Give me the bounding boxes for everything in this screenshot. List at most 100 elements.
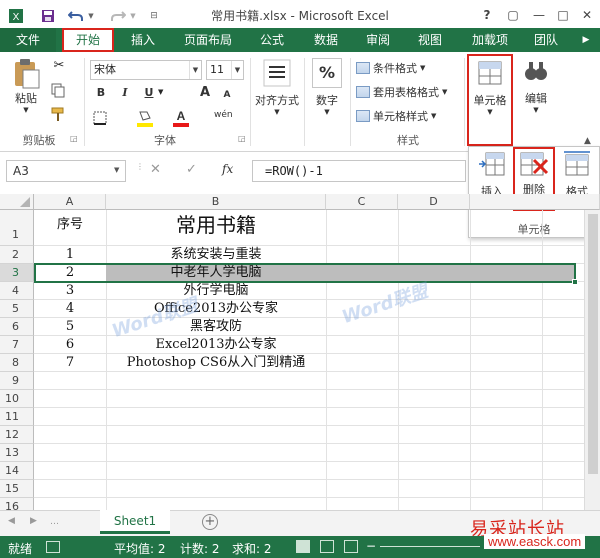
cell-a8[interactable]: 7 [34,354,106,372]
row-header[interactable]: 11 [0,408,34,426]
font-launcher-icon[interactable]: ◲ [238,134,246,143]
row-header[interactable]: 2 [0,246,34,264]
conditional-format-button[interactable]: 条件格式 ▼ [356,60,425,76]
cell-a4[interactable]: 3 [34,282,106,300]
grow-font-button[interactable]: A [196,84,214,102]
cells-button[interactable]: 单元格 ▼ [467,54,513,146]
cell-styles-button[interactable]: 单元格样式 ▼ [356,108,436,124]
row-header[interactable]: 12 [0,426,34,444]
add-sheet-button[interactable]: + [202,514,218,530]
maximize-button[interactable]: □ [552,4,574,26]
row-header[interactable]: 4 [0,282,34,300]
font-size-combo[interactable]: 11 ▼ [206,60,244,80]
cell-b3[interactable]: 中老年人学电脑 [106,264,326,282]
page-break-view-icon[interactable] [344,540,358,553]
page-layout-view-icon[interactable] [320,540,334,553]
cell-b7[interactable]: Excel2013办公专家 [106,336,326,354]
row-header-selected[interactable]: 3 [0,264,34,282]
tab-view[interactable]: 视图 [408,28,452,52]
sheet-next-icon[interactable]: ▶ [30,516,37,526]
tab-data[interactable]: 数据 [304,28,348,52]
row-header[interactable]: 9 [0,372,34,390]
fill-handle[interactable] [572,279,578,285]
underline-dropdown-icon[interactable]: ▼ [158,88,163,96]
cell-b2[interactable]: 系统安装与重装 [106,246,326,264]
sheet-more-icon[interactable]: … [50,517,59,527]
fill-color-icon[interactable] [136,108,156,128]
row-header[interactable]: 6 [0,318,34,336]
row-header[interactable]: 7 [0,336,34,354]
zoom-out-icon[interactable]: − [366,539,376,553]
column-header[interactable]: C [326,194,398,210]
cell-b8[interactable]: Photoshop CS6从入门到精通 [106,354,326,372]
tab-review[interactable]: 审阅 [356,28,400,52]
name-box-dropdown-icon[interactable]: ▼ [114,166,119,174]
insert-cells-icon [479,152,505,176]
row-header[interactable]: 5 [0,300,34,318]
tab-formulas[interactable]: 公式 [250,28,294,52]
row-header[interactable]: 15 [0,480,34,498]
shrink-font-button[interactable]: A [218,86,236,104]
phonetic-button[interactable]: wén [214,110,233,120]
tab-scroll-right-icon[interactable]: ▶ [576,28,596,52]
cell-a6[interactable]: 5 [34,318,106,336]
cell-a3[interactable]: 2 [34,264,106,282]
zoom-slider[interactable] [380,546,480,547]
number-format-button[interactable]: % 数字 ▼ [308,58,346,116]
tab-insert[interactable]: 插入 [120,28,166,52]
column-header[interactable]: D [398,194,470,210]
copy-icon[interactable] [50,82,68,100]
enter-icon[interactable]: ✓ [186,162,197,177]
underline-button[interactable]: U [140,84,158,102]
font-color-icon[interactable]: A [172,108,192,128]
sheet-prev-icon[interactable]: ◀ [8,516,15,526]
row-header[interactable]: 10 [0,390,34,408]
tab-page-layout[interactable]: 页面布局 [176,28,240,52]
font-name-combo[interactable]: 宋体 ▼ [90,60,202,80]
minimize-button[interactable]: — [528,4,550,26]
normal-view-icon[interactable] [296,540,310,553]
font-group-label: 字体 [154,134,176,147]
paste-button[interactable]: 粘贴 ▼ [8,58,44,114]
bold-button[interactable]: B [92,84,110,102]
ribbon-display-button[interactable]: ▢ [502,4,524,26]
cut-icon[interactable]: ✂ [50,58,68,76]
cell-a7[interactable]: 6 [34,336,106,354]
collapse-ribbon-icon[interactable]: ▲ [584,136,591,146]
select-all-corner[interactable] [0,194,34,210]
italic-button[interactable]: I [116,84,134,102]
cell-a1[interactable]: 序号 [34,210,106,246]
tab-file[interactable]: 文件 [0,28,56,52]
scrollbar-thumb[interactable] [588,214,598,474]
cell-a2[interactable]: 1 [34,246,106,264]
row-header[interactable]: 16 [0,498,34,510]
alignment-button[interactable]: 对齐方式 ▼ [254,58,300,116]
row-header[interactable]: 13 [0,444,34,462]
format-as-table-button[interactable]: 套用表格格式 ▼ [356,84,447,100]
tab-home[interactable]: 开始 [62,28,114,52]
formula-input[interactable]: =ROW()-1 [252,160,466,182]
borders-icon[interactable] [92,110,112,126]
row-header[interactable]: 1 [0,210,34,246]
tab-team[interactable]: 团队 [524,28,568,52]
cell-b1[interactable]: 常用书籍 [106,210,326,246]
format-painter-icon[interactable] [50,106,68,124]
row-header[interactable]: 8 [0,354,34,372]
name-box[interactable]: A3 [6,160,126,182]
tab-addins[interactable]: 加载项 [462,28,518,52]
cancel-icon[interactable]: ✕ [150,162,161,177]
column-header[interactable]: B [106,194,326,210]
vertical-scrollbar[interactable] [584,210,600,510]
editing-button[interactable]: 编辑 ▼ [518,58,554,114]
macro-record-icon[interactable] [46,541,60,553]
column-header[interactable]: A [34,194,106,210]
row-header[interactable]: 14 [0,462,34,480]
sheet-tab-sheet1[interactable]: Sheet1 [100,510,170,534]
cell-a5[interactable]: 4 [34,300,106,318]
worksheet-grid[interactable]: A B C D 1 序号 常用书籍 2 3 4 5 6 7 8 9 10 11 … [0,194,600,510]
close-button[interactable]: ✕ [576,4,598,26]
insert-function-button[interactable]: fx [222,162,233,176]
cell-b4[interactable]: 外行学电脑 [106,282,326,300]
help-button[interactable]: ? [476,4,498,26]
clipboard-launcher-icon[interactable]: ◲ [70,134,78,143]
